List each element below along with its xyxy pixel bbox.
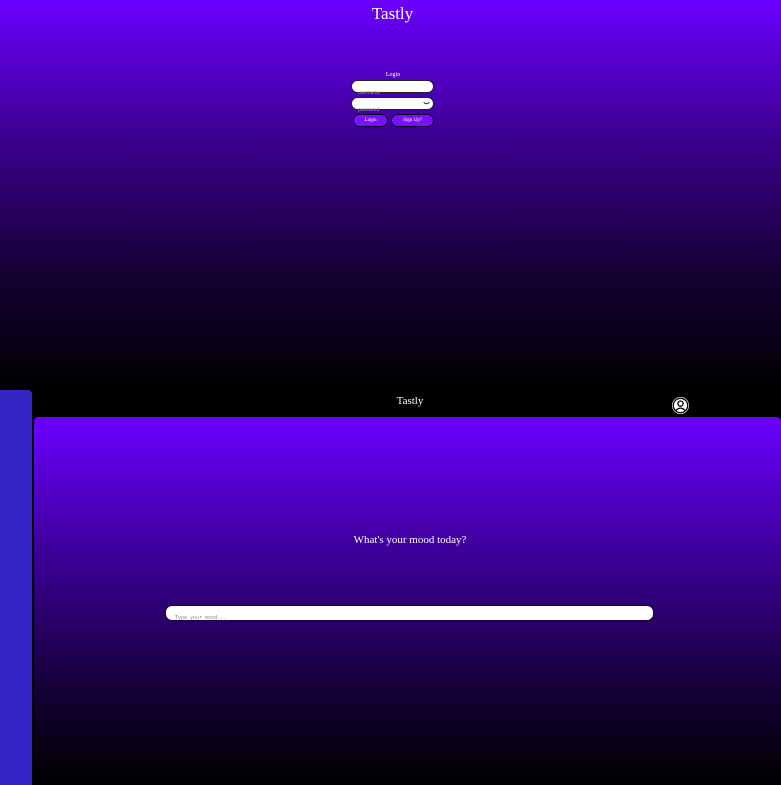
eye-closed-icon[interactable] [423, 101, 430, 106]
login-button[interactable]: Login [353, 114, 388, 127]
password-field-wrap [351, 97, 434, 116]
login-screen: Tastly Login Login Sign Up? [0, 0, 781, 392]
mood-input[interactable] [166, 611, 645, 625]
login-form: Login Login Sign Up? [351, 72, 435, 127]
password-input[interactable] [352, 104, 424, 116]
login-buttons: Login Sign Up? [353, 114, 435, 127]
stage: Tastly Login Login Sign Up? Tastly [0, 0, 781, 785]
main-panel: What's your mood today? [34, 417, 781, 785]
login-app-title: Tastly [371, 4, 414, 23]
mood-input-wrap [165, 605, 654, 625]
signup-button[interactable]: Sign Up? [391, 114, 434, 127]
username-field-wrap [351, 80, 434, 99]
mood-heading: What's your mood today? [353, 534, 467, 546]
sidebar [0, 390, 32, 785]
profile-button[interactable] [672, 397, 689, 414]
login-form-title: Login [385, 72, 401, 78]
user-circle-icon [672, 397, 689, 414]
header-title: Tastly [396, 395, 424, 407]
app-header: Tastly [0, 392, 781, 418]
